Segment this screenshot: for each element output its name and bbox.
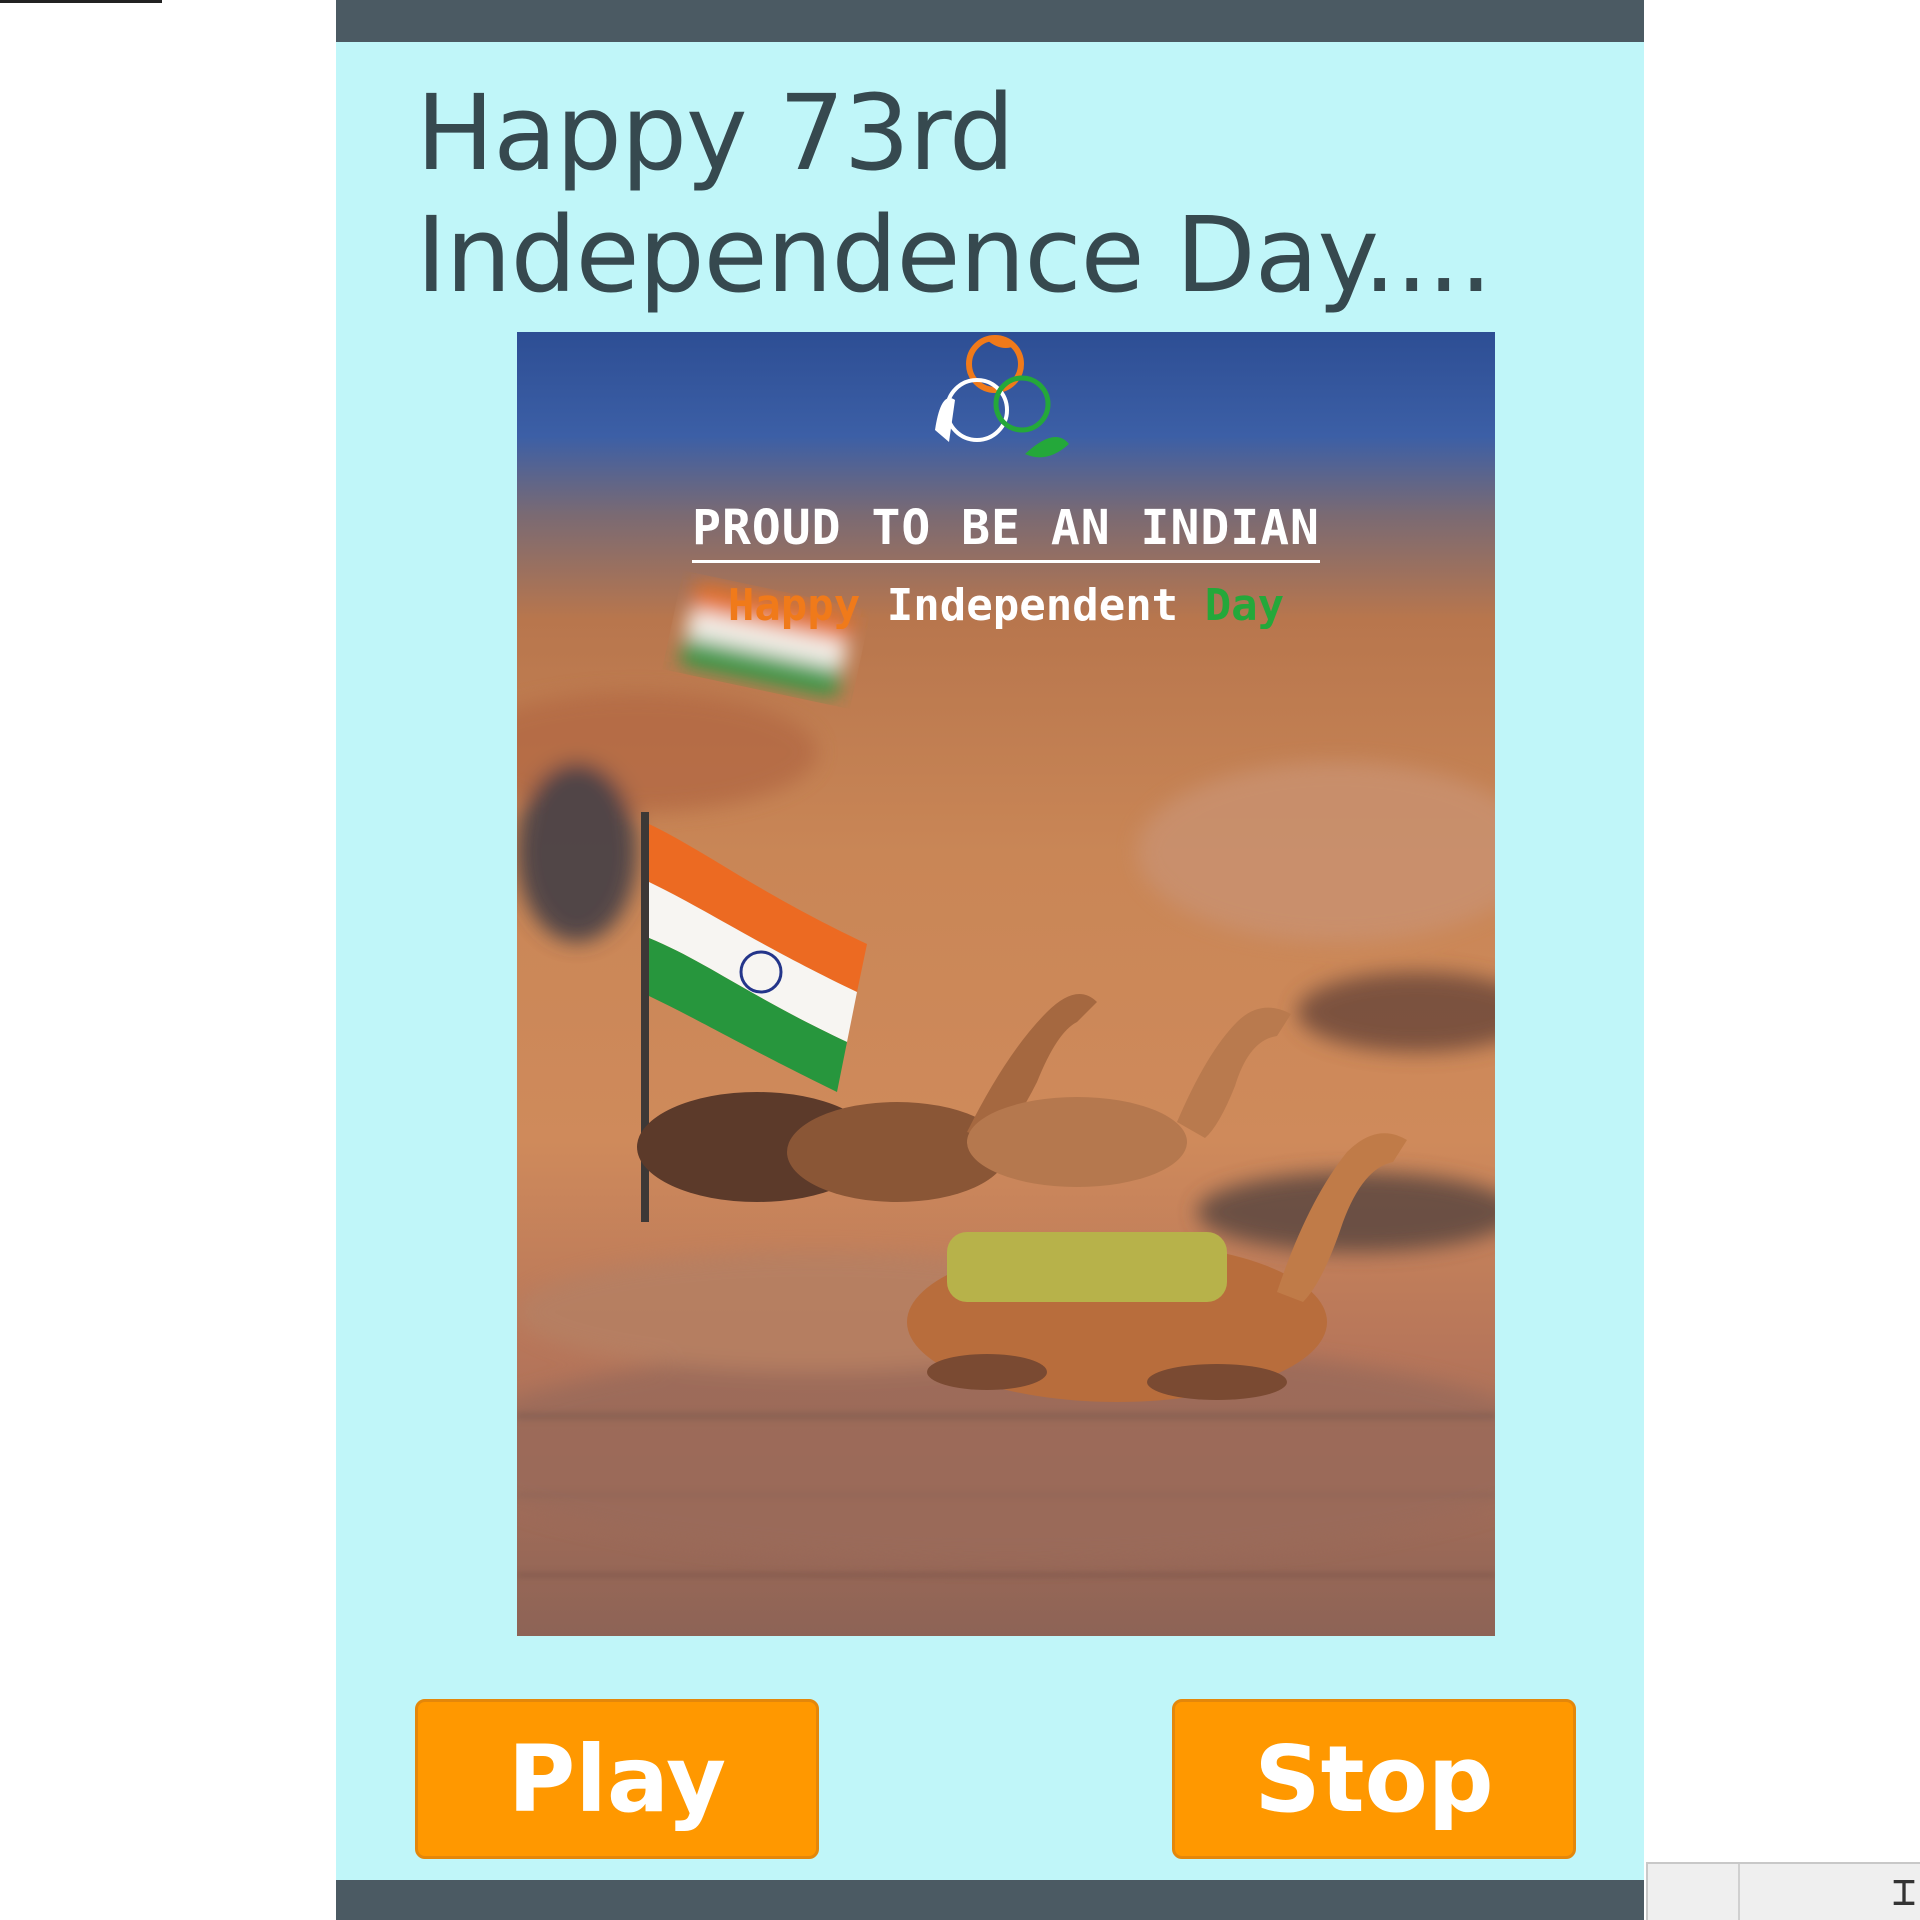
title-line-2: Independence Day.... [416,194,1492,316]
page-title: Happy 73rd Independence Day.... [416,72,1596,316]
greeting-word-3: Day [1204,580,1285,631]
screenshot-canvas: Happy 73rd Independence Day.... PROUD TO… [0,0,1920,1920]
poster-headline: PROUD TO BE AN INDIAN [517,500,1495,563]
poster-greeting: Happy Independent Day [517,580,1495,631]
title-line-1: Happy 73rd [416,72,1015,194]
panel-divider [1738,1864,1740,1920]
device-frame: Happy 73rd Independence Day.... PROUD TO… [336,0,1644,1920]
play-button[interactable]: Play [415,1699,819,1859]
independence-day-image: PROUD TO BE AN INDIAN Happy Independent … [517,332,1495,1636]
bottom-right-panel: ⌶ [1646,1862,1920,1920]
greeting-word-2: Independent [886,580,1179,631]
tricolor-circles-logo-icon [935,335,1069,458]
greeting-word-1: Happy [727,580,861,631]
stop-button[interactable]: Stop [1172,1699,1576,1859]
app-screen: Happy 73rd Independence Day.... PROUD TO… [336,42,1644,1880]
text-cursor-icon: ⌶ [1891,1869,1916,1915]
corner-line [0,0,162,3]
